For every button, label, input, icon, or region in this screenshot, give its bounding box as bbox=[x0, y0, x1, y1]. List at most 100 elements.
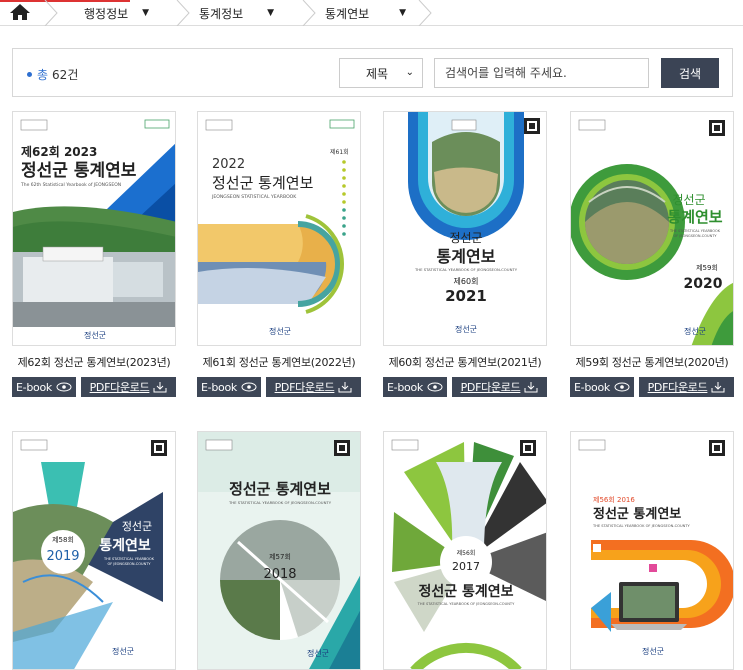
ebook-label: E-book bbox=[201, 380, 237, 394]
pdf-download-button[interactable]: PDF다운로드 bbox=[452, 377, 547, 397]
download-icon bbox=[338, 382, 352, 393]
ebook-button[interactable]: E-book bbox=[570, 377, 634, 397]
breadcrumb-item-yearbook[interactable]: 통계연보 ▼ bbox=[325, 0, 406, 26]
book-cover[interactable]: 2022 정선군 통계연보 JEONGSEON STATISTICAL YEAR… bbox=[197, 111, 361, 346]
pdf-download-button[interactable]: PDF다운로드 bbox=[81, 377, 176, 397]
ebook-button[interactable]: E-book bbox=[197, 377, 261, 397]
book-cover[interactable]: 제58회 2019 정선군 통계연보 THE STATISTICAL YEARB… bbox=[12, 431, 176, 670]
cover-name1: 정선군 bbox=[672, 193, 705, 207]
book-title[interactable]: 제59회 정선군 통계연보(2020년) bbox=[560, 354, 743, 370]
cover-name2: 통계연보 bbox=[99, 538, 151, 554]
pdf-label: PDF다운로드 bbox=[460, 381, 521, 394]
breadcrumb: 행정정보 ▼ 통계정보 ▼ 통계연보 ▼ bbox=[0, 0, 743, 26]
caret-down-icon: ▼ bbox=[142, 8, 150, 18]
cover-year: 2022 bbox=[212, 157, 245, 172]
search-field-select[interactable]: 제목 ⌄ bbox=[339, 58, 423, 88]
breadcrumb-label: 행정정보 bbox=[84, 6, 129, 21]
book-cover[interactable]: 제62회 2023 정선군 통계연보 The 62th Statistical … bbox=[12, 111, 176, 346]
cover-subtitle: THE STATISTICAL YEARBOOK OF JEONGSEON-CO… bbox=[414, 267, 518, 272]
count-label: 총 bbox=[37, 68, 49, 82]
pdf-download-button[interactable]: PDF다운로드 bbox=[639, 377, 734, 397]
eye-icon bbox=[56, 382, 72, 392]
book-cover[interactable]: 정선군 통계연보 THE STATISTICAL YEARBOOK OF JEO… bbox=[570, 111, 734, 346]
cover-subtitle: THE STATISTICAL YEARBOOK OF JEONGSEON-CO… bbox=[228, 500, 332, 505]
cover-subtitle1: THE STATISTICAL YEARBOOK bbox=[103, 557, 155, 561]
cover-subtitle2: OF JEONGSEON-COUNTY bbox=[674, 234, 718, 238]
select-value: 제목 bbox=[366, 66, 389, 81]
ebook-label: E-book bbox=[574, 380, 610, 394]
book-actions: E-book PDF다운로드 bbox=[383, 377, 547, 397]
book-actions: E-book PDF다운로드 bbox=[12, 377, 176, 397]
cover-edition: 제60회 bbox=[454, 277, 479, 286]
breadcrumb-item-stats[interactable]: 통계정보 ▼ bbox=[199, 0, 274, 26]
eye-icon bbox=[427, 382, 443, 392]
cover-name: 정선군 통계연보 bbox=[229, 480, 331, 498]
cover-logo: 정선군 bbox=[84, 330, 106, 340]
cover-year: 2019 bbox=[46, 549, 79, 564]
cover-year: 2017 bbox=[452, 560, 480, 573]
book-cover[interactable]: 제56회 2016 정선군 통계연보 THE STATISTICAL YEARB… bbox=[570, 431, 734, 670]
cover-name2: 통계연보 bbox=[437, 247, 496, 266]
pdf-label: PDF다운로드 bbox=[274, 381, 335, 394]
download-icon bbox=[153, 382, 167, 393]
cover-edition: 제62회 2023 bbox=[21, 144, 97, 159]
book-cover[interactable]: 정선군 통계연보 THE STATISTICAL YEARBOOK OF JEO… bbox=[383, 111, 547, 346]
book-actions: E-book PDF다운로드 bbox=[197, 377, 361, 397]
count-value: 62건 bbox=[52, 68, 79, 82]
breadcrumb-item-admin[interactable]: 행정정보 ▼ bbox=[84, 0, 149, 26]
ebook-label: E-book bbox=[16, 380, 52, 394]
cover-logo: 정선군 bbox=[642, 646, 664, 656]
search-input[interactable] bbox=[434, 58, 649, 88]
bullet-icon bbox=[27, 72, 32, 77]
search-button[interactable]: 검색 bbox=[661, 58, 719, 88]
book-title[interactable]: 제60회 정선군 통계연보(2021년) bbox=[373, 354, 557, 370]
breadcrumb-separator-icon bbox=[302, 0, 316, 26]
caret-down-icon: ▼ bbox=[267, 8, 275, 18]
cover-year: 2021 bbox=[445, 287, 487, 305]
cover-logo: 정선군 bbox=[684, 326, 706, 336]
book-cover[interactable]: 정선군 통계연보 THE STATISTICAL YEARBOOK OF JEO… bbox=[197, 431, 361, 670]
cover-subtitle: THE STATISTICAL YEARBOOK OF JEONGSEON-CO… bbox=[417, 602, 515, 606]
cover-name1: 정선군 bbox=[449, 231, 482, 245]
cover-edition: 제56회 bbox=[457, 549, 476, 557]
home-icon[interactable] bbox=[8, 2, 32, 22]
book-cover[interactable]: 제56회 2017 정선군 통계연보 THE STATISTICAL YEARB… bbox=[383, 431, 547, 670]
ebook-button[interactable]: E-book bbox=[12, 377, 76, 397]
result-count: 총 62건 bbox=[27, 66, 78, 83]
download-icon bbox=[524, 382, 538, 393]
book-title[interactable]: 제61회 정선군 통계연보(2022년) bbox=[187, 354, 371, 370]
breadcrumb-separator-icon bbox=[44, 0, 58, 26]
cover-name: 정선군 통계연보 bbox=[593, 506, 681, 522]
download-icon bbox=[711, 382, 725, 393]
cover-logo: 정선군 bbox=[307, 648, 329, 658]
cover-name: 정선군 통계연보 bbox=[418, 583, 513, 600]
cover-subtitle1: THE STATISTICAL YEARBOOK bbox=[669, 229, 721, 233]
eye-icon bbox=[614, 382, 630, 392]
cover-logo: 정선군 bbox=[455, 324, 477, 334]
breadcrumb-label: 통계연보 bbox=[325, 6, 370, 21]
cover-name2: 통계연보 bbox=[667, 208, 722, 226]
cover-year: 2020 bbox=[684, 276, 723, 292]
breadcrumb-separator-icon bbox=[176, 0, 190, 26]
pdf-download-button[interactable]: PDF다운로드 bbox=[266, 377, 361, 397]
cover-logo: 정선군 bbox=[112, 646, 134, 656]
caret-down-icon: ▼ bbox=[399, 8, 407, 18]
pdf-label: PDF다운로드 bbox=[89, 381, 150, 394]
cover-year: 2018 bbox=[263, 567, 296, 582]
book-actions: E-book PDF다운로드 bbox=[570, 377, 734, 397]
cover-name1: 정선군 bbox=[122, 520, 152, 533]
cover-logo: 정선군 bbox=[269, 326, 291, 336]
cover-subtitle: JEONGSEON STATISTICAL YEARBOOK bbox=[211, 194, 297, 200]
ebook-button[interactable]: E-book bbox=[383, 377, 447, 397]
cover-subtitle: THE STATISTICAL YEARBOOK OF JEONGSEON-CO… bbox=[592, 524, 690, 528]
cover-name: 정선군 통계연보 bbox=[212, 174, 314, 192]
pdf-label: PDF다운로드 bbox=[647, 381, 708, 394]
book-title[interactable]: 제62회 정선군 통계연보(2023년) bbox=[2, 354, 186, 370]
ebook-label: E-book bbox=[387, 380, 423, 394]
cover-edition: 제61회 bbox=[330, 148, 349, 156]
chevron-down-icon: ⌄ bbox=[405, 67, 414, 78]
cover-subtitle2: OF JEONGSEON-COUNTY bbox=[108, 562, 152, 566]
cover-edition: 제59회 bbox=[696, 264, 718, 272]
breadcrumb-label: 통계정보 bbox=[199, 6, 244, 21]
breadcrumb-separator-icon bbox=[418, 0, 432, 26]
